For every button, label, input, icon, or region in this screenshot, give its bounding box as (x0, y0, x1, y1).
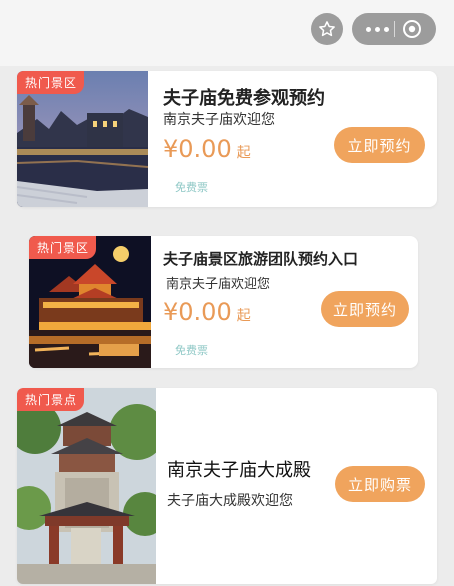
hot-tag: 热门景区 (17, 71, 85, 94)
more-button[interactable] (362, 19, 392, 39)
mini-program-header (0, 0, 454, 66)
ticket-subtitle: 南京夫子庙欢迎您 (166, 277, 271, 292)
hot-tag: 热门景点 (17, 388, 85, 411)
ticket-price: ¥0.00 起 (163, 298, 251, 326)
capsule-divider (394, 21, 395, 37)
ticket-card[interactable]: 热门景点 南京夫子庙大成殿 夫子庙大成殿欢迎您 立即购票 (17, 388, 437, 584)
price-symbol: ¥ (163, 298, 179, 326)
ticket-subtitle: 南京夫子庙欢迎您 (163, 112, 275, 128)
ticket-card[interactable]: 热门景区 夫子庙景区旅游团队预约入口 南京夫子庙欢迎您 ¥0.00 起 免费票 立… (29, 236, 418, 368)
ticket-subtitle: 夫子庙大成殿欢迎您 (167, 493, 293, 509)
capsule-menu (352, 13, 436, 45)
ticket-title: 夫子庙免费参观预约 (163, 88, 325, 109)
price-value: 0.00 (178, 135, 232, 163)
price-value: 0.00 (178, 298, 232, 326)
ticket-type: 免费票 (175, 344, 208, 357)
scenic-photo: 热门景区 (17, 71, 148, 207)
ticket-price: ¥0.00 起 (163, 135, 251, 163)
ticket-title: 南京夫子庙大成殿 (167, 460, 311, 481)
more-icon (365, 26, 371, 32)
ticket-card[interactable]: 热门景区 夫子庙免费参观预约 南京夫子庙欢迎您 ¥0.00 起 免费票 立即预约 (17, 71, 437, 207)
scenic-photo: 热门景点 (17, 388, 156, 584)
star-icon (319, 21, 335, 37)
price-symbol: ¥ (163, 135, 179, 163)
price-suffix: 起 (236, 308, 251, 324)
hot-tag: 热门景区 (29, 236, 97, 259)
reserve-button[interactable]: 立即预约 (334, 127, 425, 163)
ticket-title: 夫子庙景区旅游团队预约入口 (163, 250, 359, 268)
scenic-photo: 热门景区 (29, 236, 151, 368)
price-suffix: 起 (236, 145, 251, 161)
favorite-button[interactable] (311, 13, 343, 45)
ticket-type: 免费票 (175, 181, 208, 194)
reserve-button[interactable]: 立即预约 (321, 291, 409, 327)
target-icon[interactable] (402, 19, 422, 39)
buy-button[interactable]: 立即购票 (335, 466, 425, 502)
